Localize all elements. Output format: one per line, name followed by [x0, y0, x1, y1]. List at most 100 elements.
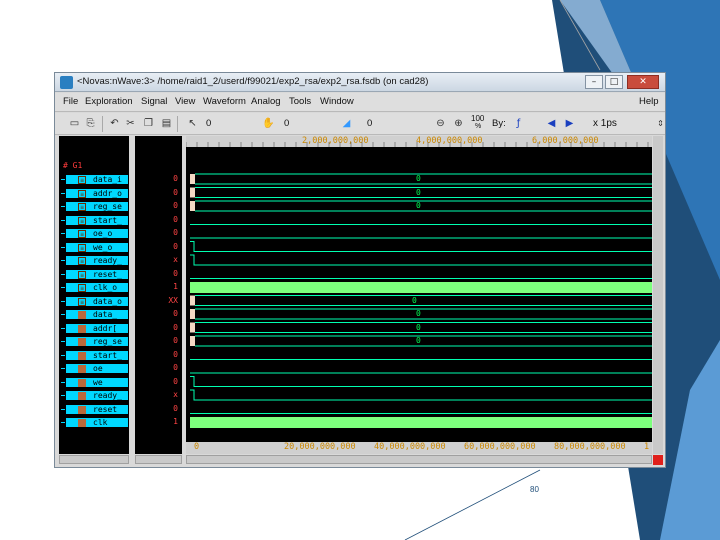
open-icon[interactable]: ▭: [67, 116, 82, 131]
bus-signal-icon: ≡: [78, 176, 86, 184]
close-button[interactable]: ✕: [627, 75, 659, 89]
time-ruler-bottom[interactable]: 0 20,000,000,000 40,000,000,000 60,000,0…: [186, 442, 652, 454]
waveform-scrollbar[interactable]: [186, 455, 652, 464]
signal-value: x: [173, 255, 178, 264]
menu-file[interactable]: File: [63, 96, 78, 107]
menu-analog[interactable]: Analog: [251, 96, 281, 107]
cursor-time[interactable]: 0: [206, 118, 211, 129]
signal-row[interactable]: we: [65, 376, 129, 388]
signal-row[interactable]: reg_se: [65, 336, 129, 347]
signal-name: ready_: [93, 256, 122, 265]
menu-tools[interactable]: Tools: [289, 96, 311, 107]
signal-value: 0: [173, 241, 178, 251]
wire-signal-icon: [78, 324, 86, 333]
signal-row[interactable]: ≡ ready_: [65, 255, 129, 266]
bus-signal-icon: ≡: [78, 270, 86, 279]
signal-name-pane[interactable]: # G1 ≡ data_i ≡ addr_o ≡ reg_se ≡ start_ ≡ oe_o ≡ w…: [59, 136, 129, 454]
signal-value: 0: [173, 268, 178, 278]
signal-name: reset_: [93, 269, 122, 279]
signal-row[interactable]: addr[: [65, 322, 129, 334]
signal-name: reset: [93, 404, 118, 414]
signal-value: 0: [173, 201, 178, 210]
menu-window[interactable]: Window: [320, 96, 354, 107]
signal-row[interactable]: ≡ data_i: [65, 174, 129, 185]
signal-waveform: [190, 389, 652, 401]
wire-signal-icon: [78, 419, 86, 427]
signal-name: we: [93, 377, 103, 387]
ruler-bottom-label: 80,000,000,000: [554, 442, 626, 452]
signal-row[interactable]: ≡ reg_se: [65, 201, 129, 212]
marker-icon[interactable]: ✋: [261, 116, 276, 131]
cut-icon[interactable]: ✂: [123, 116, 138, 131]
toolbar-expand-icon[interactable]: ⇕: [653, 116, 668, 131]
bus-signal-icon: ≡: [78, 230, 86, 238]
signal-row[interactable]: clk: [65, 417, 129, 428]
marker-time[interactable]: 0: [284, 118, 289, 129]
zoom-out-icon[interactable]: ⊖: [433, 116, 448, 131]
signal-row[interactable]: ≡ we_o: [65, 241, 129, 253]
signal-name: clk_o: [93, 283, 118, 292]
menu-bar: File Exploration Signal View Waveform An…: [55, 93, 665, 112]
delta-time[interactable]: 0: [367, 118, 372, 129]
signal-row[interactable]: ≡ reset_: [65, 268, 129, 280]
menu-signal[interactable]: Signal: [141, 96, 167, 107]
bus-value-label: 0: [416, 336, 421, 345]
value-pane-scrollbar[interactable]: [135, 455, 182, 464]
minimize-button[interactable]: –: [585, 75, 603, 89]
bus-transition: [190, 187, 195, 198]
maximize-button[interactable]: □: [605, 75, 623, 89]
bus-signal-icon: ≡: [78, 189, 86, 198]
zoom-level[interactable]: 100: [471, 114, 484, 123]
signal-value: 0: [173, 309, 178, 318]
copy-icon[interactable]: ❐: [141, 116, 156, 131]
signal-row[interactable]: data_: [65, 309, 129, 320]
clock-waveform: [190, 282, 652, 293]
menu-exploration[interactable]: Exploration: [85, 96, 133, 107]
menu-view[interactable]: View: [175, 96, 195, 107]
signal-value: 0: [173, 228, 178, 237]
bus-transition: [190, 201, 195, 211]
waveform-pane[interactable]: 2,000,000,000 4,000,000,000 6,000,000,00…: [186, 136, 652, 454]
save-icon[interactable]: ⎘: [83, 116, 98, 131]
signal-name: start_: [93, 350, 122, 360]
delta-icon[interactable]: ◢: [339, 116, 354, 131]
zoom-in-icon[interactable]: ⊕: [451, 116, 466, 131]
time-unit: x 1ps: [593, 118, 617, 129]
bus-value-label: 0: [412, 295, 417, 305]
signal-value-pane[interactable]: 0 0 0 0 0 0 x 0 1 XX 0 0 0 0 0 0 x 0 1: [135, 136, 182, 454]
signal-row[interactable]: ≡ start_: [65, 214, 129, 226]
signal-value: 0: [173, 336, 178, 345]
signal-row[interactable]: ≡ clk_o: [65, 282, 129, 293]
bus-signal-icon: ≡: [78, 284, 86, 292]
signal-row[interactable]: oe: [65, 363, 129, 374]
signal-row[interactable]: ≡ addr_o: [65, 187, 129, 199]
signal-value: 0: [173, 403, 178, 413]
signal-name: ready_: [93, 391, 122, 400]
search-by-icon[interactable]: ƒ: [511, 116, 526, 131]
signal-row[interactable]: ≡ data_o: [65, 295, 129, 307]
signal-pane-scrollbar[interactable]: [59, 455, 129, 464]
signal-row[interactable]: reset: [65, 403, 129, 415]
menu-help[interactable]: Help: [639, 96, 659, 107]
vertical-scrollbar[interactable]: [653, 136, 663, 454]
ruler-bottom-label: 0: [194, 442, 200, 452]
signal-row[interactable]: ≡ oe_o: [65, 228, 129, 239]
title-bar[interactable]: <Novas:nWave:3> /home/raid1_2/userd/f990…: [55, 73, 665, 92]
bus-transition: [190, 309, 195, 319]
next-arrow-icon[interactable]: ▶: [562, 116, 577, 131]
signal-value: x: [173, 390, 178, 399]
undo-icon[interactable]: ↶: [107, 116, 122, 131]
signal-row[interactable]: ready_: [65, 390, 129, 401]
bus-signal-icon: ≡: [78, 203, 86, 211]
ruler-bottom-label: 40,000,000,000: [374, 442, 446, 452]
by-label: By:: [492, 118, 506, 129]
prev-arrow-icon[interactable]: ◀: [544, 116, 559, 131]
signal-row[interactable]: start_: [65, 349, 129, 361]
paste-icon[interactable]: ▤: [159, 116, 174, 131]
signal-group-label[interactable]: # G1: [63, 161, 82, 170]
menu-waveform[interactable]: Waveform: [203, 96, 246, 107]
bus-signal-icon: ≡: [78, 297, 86, 306]
cursor-icon[interactable]: ↖: [185, 116, 200, 131]
signal-value: 0: [173, 187, 178, 197]
ruler-bottom-label: 60,000,000,000: [464, 442, 536, 452]
